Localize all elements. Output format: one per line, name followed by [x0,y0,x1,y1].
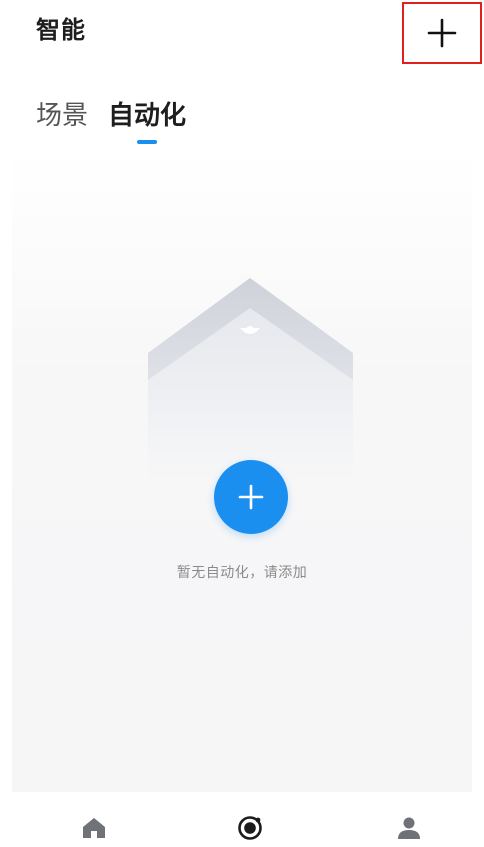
smart-icon [238,816,262,840]
bottom-nav [0,792,484,847]
moon-house-illustration [148,263,353,478]
tab-scene[interactable]: 场景 [36,98,88,148]
tab-automation-label: 自动化 [108,101,187,131]
empty-state-panel: 暂无自动化，请添加 [12,150,472,792]
nav-profile[interactable] [389,810,429,846]
add-automation-fab[interactable] [214,460,288,534]
empty-state-message: 暂无自动化，请添加 [176,565,308,581]
add-automation-button[interactable] [402,2,482,64]
nav-home[interactable] [74,810,114,846]
profile-icon [398,817,420,839]
tab-bar: 场景 自动化 [36,98,186,148]
tab-automation[interactable]: 自动化 [108,98,186,148]
header: 智能 [0,0,484,64]
page-title: 智能 [36,16,86,44]
nav-smart[interactable] [230,810,270,846]
plus-icon [427,18,457,48]
tab-active-indicator [137,140,158,144]
plus-icon [238,484,264,510]
home-icon [83,818,105,838]
